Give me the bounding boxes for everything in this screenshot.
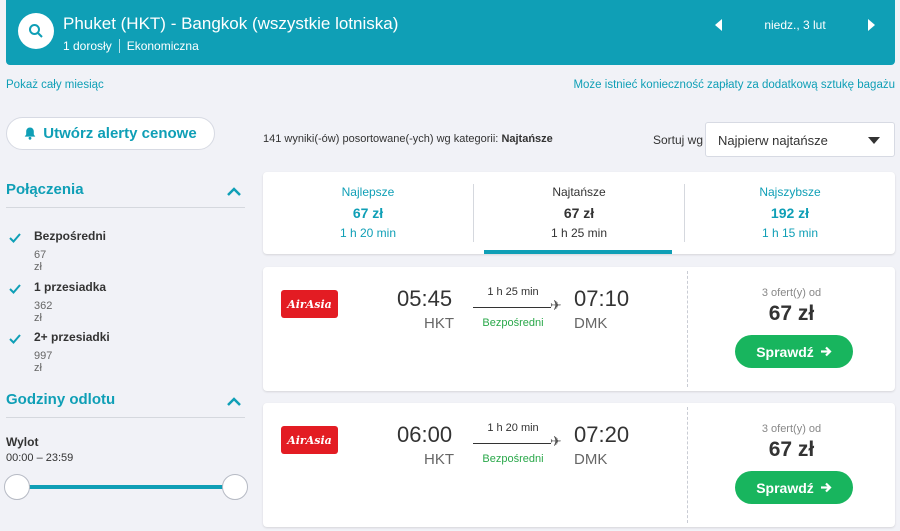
tab-label: Najlepsze xyxy=(341,185,395,199)
arrival-time: 07:10 xyxy=(574,286,630,311)
connections-section-header[interactable]: Połączenia xyxy=(6,181,245,208)
arrival-airport: DMK xyxy=(574,451,608,468)
flight-price: 67 zł xyxy=(768,302,815,325)
sort-dropdown[interactable]: Najpierw najtańsze xyxy=(705,122,895,157)
tab-price: 67 zł xyxy=(352,205,384,221)
check-deal-button[interactable]: Sprawdź xyxy=(735,471,853,504)
tab-label: Najszybsze xyxy=(759,185,821,199)
filter-price: 362 zł xyxy=(34,300,53,324)
divider xyxy=(118,39,120,53)
filter-label: Bezpośredni xyxy=(34,229,107,243)
create-price-alert-button[interactable]: Utwórz alerty cenowe xyxy=(6,117,215,150)
departure-range: 00:00 – 23:59 xyxy=(6,452,74,464)
tab-cheapest[interactable]: Najtańsze 67 zł 1 h 25 min xyxy=(474,172,684,254)
tab-best[interactable]: Najlepsze 67 zł 1 h 20 min xyxy=(263,172,473,254)
airline-logo: AirAsia xyxy=(281,426,338,454)
cabin-class: Ekonomiczna xyxy=(126,39,199,53)
tab-duration: 1 h 20 min xyxy=(339,226,397,240)
trip-details[interactable]: 1 dorosły Ekonomiczna xyxy=(63,39,199,53)
filter-label: 2+ przesiadki xyxy=(34,330,110,344)
passengers-count: 1 dorosły xyxy=(63,39,112,53)
flight-result-card[interactable]: AirAsia 05:45 HKT 1 h 25 min ✈ Bezpośred… xyxy=(263,267,895,391)
flight-price: 67 zł xyxy=(768,438,815,461)
results-summary: 141 wyniki(-ów) posortowane(-ych) wg kat… xyxy=(263,133,553,145)
check-deal-button[interactable]: Sprawdź xyxy=(735,335,853,368)
tab-label: Najtańsze xyxy=(552,185,606,199)
arrival-airport: DMK xyxy=(574,315,608,332)
tab-duration: 1 h 15 min xyxy=(761,226,819,240)
departure-airport: HKT xyxy=(424,315,454,332)
departure-times-section-header[interactable]: Godziny odlotu xyxy=(6,391,245,418)
arrow-right-icon xyxy=(820,482,832,493)
check-button-label: Sprawdź xyxy=(756,479,814,496)
baggage-fee-link[interactable]: Może istnieć konieczność zapłaty za doda… xyxy=(573,79,895,91)
sort-tabs: Najlepsze 67 zł 1 h 20 min Najtańsze 67 … xyxy=(263,172,895,254)
check-icon[interactable] xyxy=(8,231,22,245)
flight-result-card[interactable]: AirAsia 06:00 HKT 1 h 20 min ✈ Bezpośred… xyxy=(263,403,895,527)
departure-airport: HKT xyxy=(424,451,454,468)
filter-price: 997 zł xyxy=(34,350,53,374)
tab-duration: 1 h 25 min xyxy=(550,226,608,240)
flight-duration: 1 h 20 min xyxy=(487,422,539,434)
check-button-label: Sprawdź xyxy=(756,343,814,360)
search-button[interactable] xyxy=(18,13,54,49)
connections-title: Połączenia xyxy=(6,181,84,198)
chevron-up-icon[interactable] xyxy=(226,185,242,197)
departure-time: 06:00 xyxy=(397,422,453,447)
sort-label: Sortuj wg xyxy=(653,133,704,147)
check-icon[interactable] xyxy=(8,282,22,296)
check-icon[interactable] xyxy=(8,332,22,346)
departure-label: Wylot xyxy=(6,435,39,449)
filter-label: 1 przesiadka xyxy=(34,280,107,294)
date-navigator: niedz., 3 lut xyxy=(715,18,875,32)
tab-fastest[interactable]: Najszybsze 192 zł 1 h 15 min xyxy=(685,172,895,254)
offers-count: 3 ofert(y) od xyxy=(761,423,822,435)
plane-icon: ✈ xyxy=(550,433,562,449)
offers-count: 3 ofert(y) od xyxy=(761,287,822,299)
chevron-up-icon[interactable] xyxy=(226,395,242,407)
caret-down-icon xyxy=(868,137,880,144)
route-title[interactable]: Phuket (HKT) - Bangkok (wszystkie lotnis… xyxy=(63,14,398,34)
sort-dropdown-value: Najpierw najtańsze xyxy=(718,133,828,148)
tab-price: 192 zł xyxy=(770,205,810,221)
show-month-link[interactable]: Pokaż cały miesiąc xyxy=(6,79,104,91)
flight-line xyxy=(473,443,551,444)
search-icon xyxy=(29,24,43,38)
stops-label: Bezpośredni xyxy=(482,317,544,329)
search-header: Phuket (HKT) - Bangkok (wszystkie lotnis… xyxy=(6,0,895,65)
active-tab-indicator xyxy=(484,250,672,254)
selected-date[interactable]: niedz., 3 lut xyxy=(764,18,825,32)
results-sort-category: Najtańsze xyxy=(501,133,553,145)
arrow-right-icon xyxy=(820,346,832,357)
departure-slider-track[interactable] xyxy=(18,485,234,489)
alert-button-label: Utwórz alerty cenowe xyxy=(43,125,197,142)
airline-logo: AirAsia xyxy=(281,290,338,318)
chevron-right-icon[interactable] xyxy=(868,19,875,31)
plane-icon: ✈ xyxy=(550,297,562,313)
tab-price: 67 zł xyxy=(563,205,595,221)
chevron-left-icon[interactable] xyxy=(715,19,722,31)
results-count-text: 141 wyniki(-ów) posortowane(-ych) wg kat… xyxy=(263,133,499,145)
bell-icon xyxy=(24,127,36,140)
departure-times-title: Godziny odlotu xyxy=(6,391,116,408)
flight-line xyxy=(473,307,551,308)
departure-slider-end-handle[interactable] xyxy=(222,474,248,500)
departure-time: 05:45 xyxy=(397,286,453,311)
filter-price: 67 zł xyxy=(34,249,47,273)
departure-slider-start-handle[interactable] xyxy=(4,474,30,500)
flight-duration: 1 h 25 min xyxy=(487,286,539,298)
arrival-time: 07:20 xyxy=(574,422,630,447)
stops-label: Bezpośredni xyxy=(482,453,544,465)
